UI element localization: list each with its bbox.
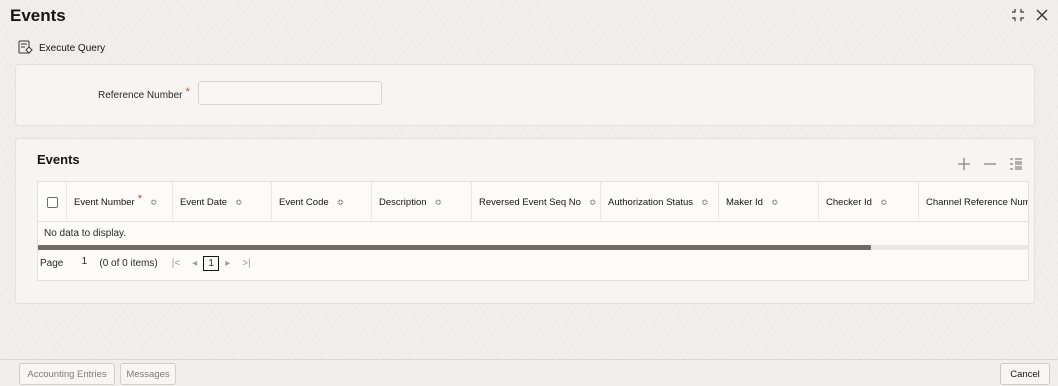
column-label: Maker Id xyxy=(726,196,763,208)
column-label: Reversed Event Seq No xyxy=(479,196,581,208)
select-all-checkbox[interactable] xyxy=(46,196,58,208)
last-page-button[interactable]: >| xyxy=(242,258,250,269)
reference-number-input[interactable] xyxy=(198,81,382,105)
column-header-event-code[interactable]: Event Code ≎ xyxy=(272,182,372,222)
column-label: Event Number xyxy=(74,196,135,208)
first-page-button[interactable]: |< xyxy=(172,258,180,269)
column-header-description[interactable]: Description ≎ xyxy=(372,182,472,222)
column-header-channel-reference-number[interactable]: Channel Reference Numb xyxy=(919,182,1029,222)
column-label: Event Code xyxy=(279,196,329,208)
column-header-maker-id[interactable]: Maker Id ≎ xyxy=(719,182,819,222)
column-label: Event Date xyxy=(180,196,227,208)
sort-icon: ≎ xyxy=(336,196,345,207)
next-page-button[interactable]: ▸ xyxy=(225,258,230,269)
column-header-authorization-status[interactable]: Authorization Status ≎ xyxy=(601,182,719,222)
add-icon[interactable] xyxy=(956,156,972,172)
column-header-event-date[interactable]: Event Date ≎ xyxy=(173,182,272,222)
window-title: Events xyxy=(10,6,66,25)
page-number-input[interactable]: 1 xyxy=(73,256,95,271)
sort-icon: ≎ xyxy=(770,196,779,207)
horizontal-scrollbar[interactable] xyxy=(38,245,1028,250)
column-header-reversed-event-seq-no[interactable]: Reversed Event Seq No ≎ xyxy=(472,182,601,222)
sort-icon: ≎ xyxy=(879,196,888,207)
column-header-event-number[interactable]: Event Number * ≎ xyxy=(67,182,173,222)
title-bar: Events xyxy=(0,0,1058,32)
execute-query-label: Execute Query xyxy=(39,43,106,54)
reference-number-label: Reference Number * xyxy=(98,86,190,101)
column-label: Channel Reference Numb xyxy=(926,196,1029,208)
column-label: Checker Id xyxy=(826,196,872,208)
events-section-title: Events xyxy=(37,152,80,167)
previous-page-button[interactable]: ◂ xyxy=(192,258,197,269)
grid-actions xyxy=(956,156,1024,172)
sort-icon: ≎ xyxy=(150,196,158,207)
items-count: (0 of 0 items) xyxy=(99,258,158,269)
reference-number-label-text: Reference Number xyxy=(98,90,183,101)
required-indicator: * xyxy=(185,86,190,98)
page-label: Page xyxy=(40,258,64,269)
column-label: Authorization Status xyxy=(608,196,694,208)
grid-header: Event Number * ≎ Event Date ≎ Event Code ≎ D… xyxy=(38,182,1029,222)
messages-button[interactable]: Messages xyxy=(120,363,176,385)
current-page-button[interactable]: 1 xyxy=(203,256,220,271)
column-label: Description xyxy=(379,196,427,208)
pagination: Page 1 (0 of 0 items) |< ◂ 1 ▸ >| xyxy=(40,256,257,271)
scrollbar-thumb[interactable] xyxy=(38,245,872,250)
no-data-message: No data to display. xyxy=(44,228,127,239)
sort-icon: ≎ xyxy=(235,196,243,207)
select-all-checkbox-cell xyxy=(38,182,67,222)
cancel-button[interactable]: Cancel xyxy=(1000,363,1050,385)
execute-query-button[interactable]: Execute Query xyxy=(18,40,105,57)
accounting-entries-button[interactable]: Accounting Entries xyxy=(19,363,115,385)
columns-icon[interactable] xyxy=(1008,156,1024,172)
sort-icon: ≎ xyxy=(588,196,597,207)
sort-icon: ≎ xyxy=(434,196,443,207)
sort-icon: ≎ xyxy=(701,196,709,207)
execute-query-icon xyxy=(18,40,33,57)
events-grid: Event Number * ≎ Event Date ≎ Event Code ≎ D… xyxy=(37,181,1029,281)
minimize-icon[interactable] xyxy=(1010,7,1026,23)
close-icon[interactable] xyxy=(1034,7,1050,23)
column-header-checker-id[interactable]: Checker Id ≎ xyxy=(819,182,919,222)
remove-icon[interactable] xyxy=(982,156,998,172)
required-indicator: * xyxy=(137,193,143,205)
